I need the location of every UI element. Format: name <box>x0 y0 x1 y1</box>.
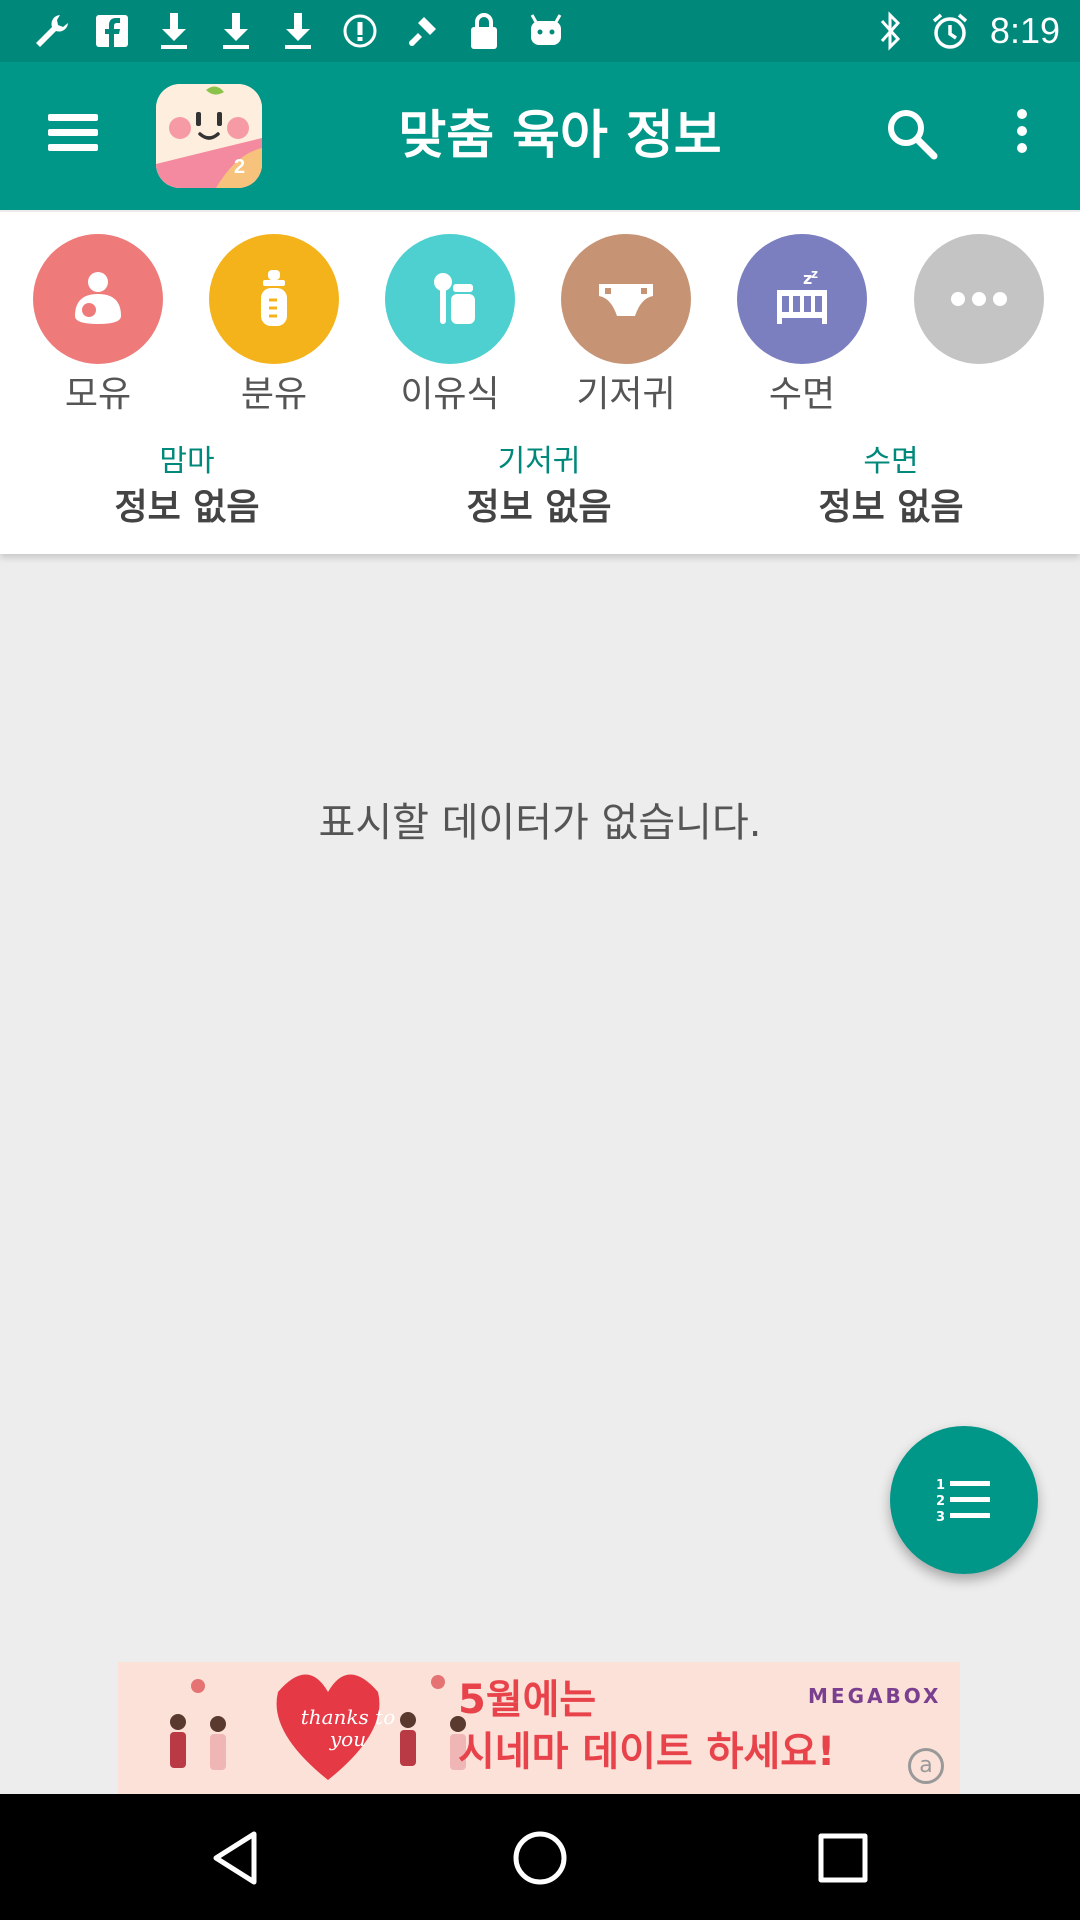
more-vertical-icon <box>1017 109 1027 119</box>
home-circle-icon <box>513 1831 567 1885</box>
stat-title: 맘마 <box>159 444 215 479</box>
status-time: 8:19 <box>989 10 1060 51</box>
more-horizontal-icon <box>951 292 1007 306</box>
svg-text:3: 3 <box>936 1510 945 1525</box>
stat-diaper[interactable]: 기저귀 정보 없음 <box>389 440 689 532</box>
category-circle <box>385 234 515 364</box>
ad-headline-line2: 시네마 데이트 하세요! <box>458 1729 836 1775</box>
category-circle <box>561 234 691 364</box>
info-icon <box>340 8 380 54</box>
empty-state-message: 표시할 데이터가 없습니다. <box>318 800 762 846</box>
stat-title: 수면 <box>863 444 919 479</box>
baby-food-icon <box>434 273 475 324</box>
category-label: 기저귀 <box>576 374 676 415</box>
ad-banner[interactable]: thanks to you 5월에는 시네마 데이트 하세요! MEGABOX … <box>118 1662 960 1794</box>
wrench-icon <box>30 8 70 54</box>
category-label: 이유식 <box>400 374 500 415</box>
home-button[interactable] <box>500 1820 580 1896</box>
category-diaper[interactable]: 기저귀 <box>561 234 691 420</box>
category-label: 모유 <box>64 374 132 415</box>
logo-badge: 2 <box>234 156 246 178</box>
system-navigation-bar <box>0 1794 1080 1920</box>
search-icon <box>888 110 938 160</box>
svg-text:z: z <box>811 267 818 281</box>
category-sleep[interactable]: z z 수면 <box>737 234 867 420</box>
android-icon <box>526 8 566 54</box>
recents-square-icon <box>818 1833 868 1883</box>
category-circle: z z <box>737 234 867 364</box>
status-left-icons <box>30 8 566 54</box>
list-fab-button[interactable]: 1 2 3 <box>890 1426 1038 1574</box>
back-triangle-icon <box>213 1831 257 1885</box>
svg-text:1: 1 <box>936 1478 945 1493</box>
category-breastfeeding[interactable]: 모유 <box>33 234 163 420</box>
menu-icon <box>48 114 98 121</box>
stat-title: 기저귀 <box>497 444 581 479</box>
category-circle <box>914 234 1044 364</box>
stat-value: 정보 없음 <box>818 487 964 528</box>
stat-sleep[interactable]: 수면 정보 없음 <box>741 440 1041 532</box>
category-circle <box>33 234 163 364</box>
breastfeeding-icon <box>75 272 121 324</box>
download-icon <box>154 8 194 54</box>
baby-bottle-icon <box>261 270 287 326</box>
alarm-icon <box>930 8 970 54</box>
stat-value: 정보 없음 <box>466 487 612 528</box>
svg-text:2: 2 <box>936 1494 945 1509</box>
bluetooth-icon <box>870 8 910 54</box>
category-formula[interactable]: 분유 <box>209 234 339 420</box>
recents-button[interactable] <box>803 1820 883 1896</box>
download-icon <box>278 8 318 54</box>
back-button[interactable] <box>196 1820 276 1896</box>
ad-choices-icon[interactable]: a <box>908 1748 944 1784</box>
category-circle <box>209 234 339 364</box>
category-card: 모유 분유 이유식 기저귀 z z 수면 맘마 정보 없음 기저귀 정보 없음 … <box>0 212 1080 554</box>
download-icon <box>216 8 256 54</box>
status-right-icons: 8:19 <box>870 8 1060 54</box>
category-baby-food[interactable]: 이유식 <box>385 234 515 420</box>
ad-brand: MEGABOX <box>808 1684 942 1708</box>
search-button[interactable] <box>880 102 946 168</box>
page-title: 맞춤 육아 정보 <box>398 106 722 166</box>
crib-sleep-icon: z z <box>777 267 827 324</box>
facebook-icon <box>92 8 132 54</box>
stat-feeding[interactable]: 맘마 정보 없음 <box>37 440 337 532</box>
status-bar: 8:19 <box>0 0 1080 62</box>
diaper-icon <box>599 284 653 316</box>
ad-heart-text: thanks to you <box>300 1705 396 1751</box>
stat-value: 정보 없음 <box>114 487 260 528</box>
fake-gps-icon <box>402 8 442 54</box>
app-logo[interactable]: 2 <box>156 84 262 188</box>
overflow-menu-button[interactable] <box>1000 102 1044 168</box>
category-more[interactable] <box>914 234 1044 370</box>
app-bar: 2 맞춤 육아 정보 <box>0 62 1080 210</box>
category-label: 수면 <box>768 374 836 415</box>
hamburger-menu-button[interactable] <box>40 106 106 166</box>
lock-icon <box>464 8 504 54</box>
category-label: 분유 <box>240 374 308 415</box>
numbered-list-icon: 1 2 3 <box>936 1478 990 1525</box>
